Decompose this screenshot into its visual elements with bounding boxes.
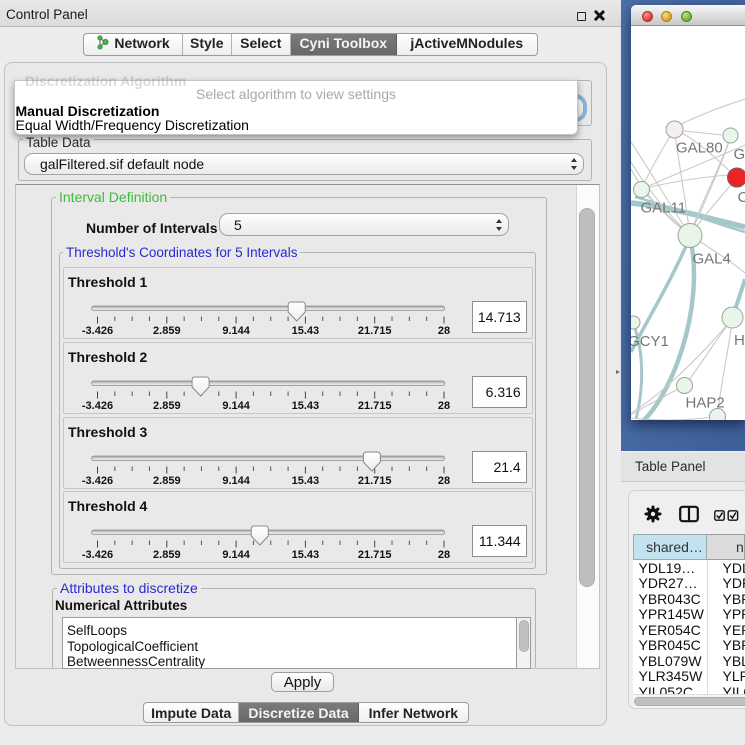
svg-text:GAL4: GAL4 xyxy=(693,251,731,268)
svg-text:28: 28 xyxy=(438,475,450,487)
svg-text:HAP2: HAP2 xyxy=(686,395,725,412)
svg-text:21.715: 21.715 xyxy=(358,325,392,337)
svg-text:9.144: 9.144 xyxy=(222,400,250,412)
svg-text:GAL11: GAL11 xyxy=(641,200,687,217)
svg-text:-3.426: -3.426 xyxy=(82,325,113,337)
svg-text:15.43: 15.43 xyxy=(292,549,320,561)
svg-text:21.715: 21.715 xyxy=(358,475,392,487)
svg-text:2.859: 2.859 xyxy=(153,325,181,337)
svg-text:15.43: 15.43 xyxy=(292,475,320,487)
svg-text:HA: HA xyxy=(734,332,745,349)
svg-text:9.144: 9.144 xyxy=(222,325,250,337)
svg-text:-3.426: -3.426 xyxy=(82,475,113,487)
svg-text:GCY1: GCY1 xyxy=(631,333,669,350)
svg-text:-3.426: -3.426 xyxy=(82,400,113,412)
svg-text:15.43: 15.43 xyxy=(292,325,320,337)
svg-text:21.715: 21.715 xyxy=(358,549,392,561)
svg-text:GA: GA xyxy=(734,146,745,163)
svg-text:CY: CY xyxy=(738,189,745,206)
svg-text:2.859: 2.859 xyxy=(153,475,181,487)
svg-text:9.144: 9.144 xyxy=(222,549,250,561)
svg-text:-3.426: -3.426 xyxy=(82,549,113,561)
svg-text:2.859: 2.859 xyxy=(153,400,181,412)
svg-text:15.43: 15.43 xyxy=(292,400,320,412)
svg-text:21.715: 21.715 xyxy=(358,400,392,412)
svg-text:2.859: 2.859 xyxy=(153,549,181,561)
svg-text:28: 28 xyxy=(438,549,450,561)
svg-text:28: 28 xyxy=(438,400,450,412)
svg-text:28: 28 xyxy=(438,325,450,337)
svg-text:GAL80: GAL80 xyxy=(676,140,723,157)
svg-text:9.144: 9.144 xyxy=(222,475,250,487)
